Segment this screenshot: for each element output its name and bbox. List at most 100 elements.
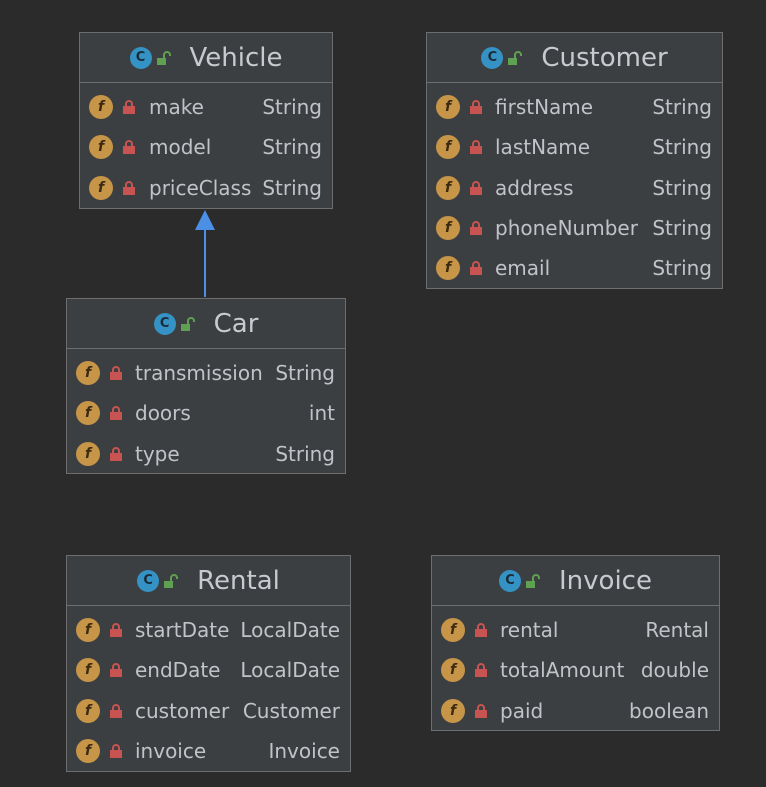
- field-row[interactable]: f startDate LocalDate: [67, 610, 350, 650]
- field-name: priceClass: [149, 175, 252, 200]
- field-name: address: [495, 175, 574, 200]
- public-lock-icon: [526, 573, 541, 588]
- class-icon: C: [137, 569, 160, 592]
- class-header: C Rental: [67, 556, 350, 606]
- field-type: String: [652, 135, 712, 160]
- field-name: lastName: [495, 135, 591, 160]
- field-type: String: [275, 441, 335, 466]
- field-icon: f: [441, 658, 465, 683]
- field-row[interactable]: f type String: [67, 434, 345, 474]
- field-row[interactable]: f email String: [427, 248, 722, 288]
- field-icon: f: [441, 698, 465, 723]
- field-name: transmission: [135, 361, 263, 386]
- field-icon: f: [76, 658, 100, 683]
- public-lock-icon: [164, 573, 179, 588]
- field-icon: f: [436, 135, 460, 160]
- private-lock-icon: [123, 100, 135, 115]
- private-lock-icon: [123, 180, 135, 195]
- field-name: email: [495, 256, 551, 281]
- field-row[interactable]: f invoice Invoice: [67, 731, 350, 771]
- field-name: startDate: [135, 618, 230, 643]
- field-row[interactable]: f endDate LocalDate: [67, 650, 350, 690]
- field-type: String: [652, 95, 712, 120]
- class-name: Customer: [541, 42, 668, 73]
- field-row[interactable]: f lastName String: [427, 127, 722, 167]
- field-name: paid: [500, 698, 544, 723]
- field-icon: f: [89, 175, 113, 200]
- field-type: LocalDate: [240, 618, 340, 643]
- field-icon: f: [76, 401, 100, 426]
- field-row[interactable]: f make String: [80, 87, 332, 127]
- field-row[interactable]: f firstName String: [427, 87, 722, 127]
- public-lock-icon: [156, 50, 171, 65]
- class-name: Car: [213, 308, 259, 339]
- field-type: String: [652, 175, 712, 200]
- class-vehicle[interactable]: C Vehicle f make String f model String f…: [79, 32, 333, 209]
- field-type: boolean: [629, 698, 709, 723]
- field-icon: f: [76, 618, 100, 643]
- field-icon: f: [436, 175, 460, 200]
- field-icon: f: [436, 216, 460, 241]
- field-name: totalAmount: [500, 658, 625, 683]
- class-icon: C: [129, 46, 152, 69]
- private-lock-icon: [110, 406, 122, 421]
- field-name: endDate: [135, 658, 221, 683]
- private-lock-icon: [475, 663, 487, 678]
- private-lock-icon: [470, 140, 482, 155]
- private-lock-icon: [110, 623, 122, 638]
- class-customer[interactable]: C Customer f firstName String f lastName…: [426, 32, 723, 289]
- field-icon: f: [441, 618, 465, 643]
- field-icon: f: [76, 698, 100, 723]
- class-header: C Vehicle: [80, 33, 332, 83]
- field-row[interactable]: f model String: [80, 127, 332, 167]
- class-name: Vehicle: [189, 42, 283, 73]
- field-row[interactable]: f totalAmount double: [432, 650, 719, 690]
- field-icon: f: [436, 95, 460, 120]
- field-type: LocalDate: [240, 658, 340, 683]
- field-icon: f: [76, 361, 100, 386]
- field-type: String: [652, 256, 712, 281]
- field-row[interactable]: f paid boolean: [432, 691, 719, 731]
- class-name: Rental: [197, 565, 280, 596]
- field-icon: f: [89, 95, 113, 120]
- field-icon: f: [76, 739, 100, 764]
- private-lock-icon: [123, 140, 135, 155]
- field-name: invoice: [135, 739, 207, 764]
- field-name: phoneNumber: [495, 216, 638, 241]
- public-lock-icon: [508, 50, 523, 65]
- field-type: Customer: [242, 698, 340, 723]
- class-header: C Car: [67, 299, 345, 349]
- field-type: int: [308, 401, 335, 426]
- field-type: String: [262, 175, 322, 200]
- field-row[interactable]: f priceClass String: [80, 168, 332, 208]
- class-header: C Customer: [427, 33, 722, 83]
- field-name: make: [149, 95, 204, 120]
- field-name: rental: [500, 618, 559, 643]
- class-invoice[interactable]: C Invoice f rental Rental f totalAmount …: [431, 555, 720, 731]
- field-row[interactable]: f phoneNumber String: [427, 208, 722, 248]
- private-lock-icon: [110, 366, 122, 381]
- class-header: C Invoice: [432, 556, 719, 606]
- field-row[interactable]: f transmission String: [67, 353, 345, 393]
- field-row[interactable]: f address String: [427, 168, 722, 208]
- private-lock-icon: [470, 100, 482, 115]
- field-type: Invoice: [268, 739, 340, 764]
- field-row[interactable]: f customer Customer: [67, 691, 350, 731]
- private-lock-icon: [470, 261, 482, 276]
- field-type: String: [652, 216, 712, 241]
- private-lock-icon: [470, 221, 482, 236]
- field-row[interactable]: f rental Rental: [432, 610, 719, 650]
- field-icon: f: [436, 256, 460, 281]
- field-name: doors: [135, 401, 191, 426]
- field-row[interactable]: f doors int: [67, 393, 345, 433]
- field-type: String: [275, 361, 335, 386]
- field-type: Rental: [645, 618, 709, 643]
- class-car[interactable]: C Car f transmission String f doors int …: [66, 298, 346, 474]
- private-lock-icon: [110, 744, 122, 759]
- private-lock-icon: [470, 180, 482, 195]
- field-type: String: [262, 135, 322, 160]
- field-icon: f: [89, 135, 113, 160]
- field-name: model: [149, 135, 212, 160]
- field-type: double: [640, 658, 709, 683]
- class-rental[interactable]: C Rental f startDate LocalDate f endDate…: [66, 555, 351, 772]
